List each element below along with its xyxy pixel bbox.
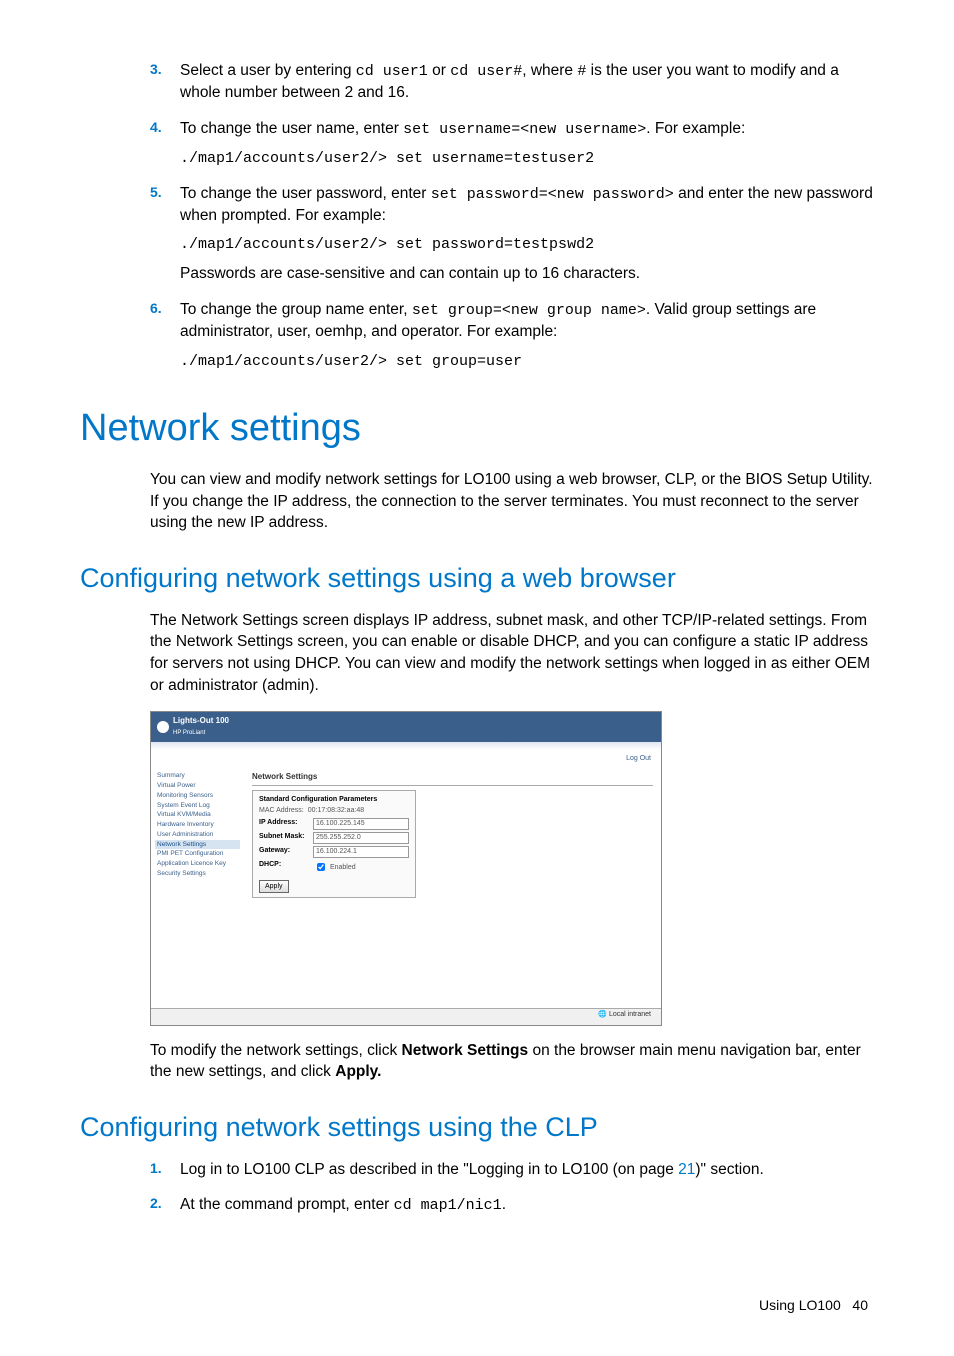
para-config-web-text: The Network Settings screen displays IP …: [150, 610, 874, 697]
ss-gradient-bar: [151, 742, 661, 750]
step-item: 4.To change the user name, enter set use…: [150, 118, 874, 169]
ss-nav-item[interactable]: User Administration: [155, 830, 240, 840]
globe-icon: 🌐: [598, 1011, 607, 1018]
ss-dhcp-checkbox[interactable]: [317, 863, 325, 871]
para-config-web: The Network Settings screen displays IP …: [150, 610, 874, 697]
ss-nav-item[interactable]: Hardware Inventory: [155, 820, 240, 830]
footer-page-number: 40: [852, 1297, 868, 1313]
ss-nav-item[interactable]: Network Settings: [155, 840, 240, 850]
ss-dhcp-value: Enabled: [330, 863, 356, 870]
ss-mac-row: MAC Address: 00:17:08:32:aa:48: [259, 806, 409, 816]
step-number: 3.: [150, 60, 162, 80]
after-shot-bold2: Apply.: [335, 1063, 381, 1080]
after-shot-bold1: Network Settings: [402, 1042, 529, 1059]
ss-nav-item[interactable]: System Event Log: [155, 801, 240, 811]
step-item: 2.At the command prompt, enter cd map1/n…: [150, 1194, 874, 1216]
ss-product: Lights-Out 100: [173, 716, 229, 725]
ss-nav-item[interactable]: Summary: [155, 771, 240, 781]
ss-apply-button[interactable]: Apply: [259, 880, 289, 894]
ss-status-bar: 🌐 Local intranet: [151, 1008, 661, 1025]
embedded-screenshot: Lights-Out 100 HP ProLiant Log Out Summa…: [150, 711, 662, 1026]
footer-text: Using LO100: [759, 1297, 841, 1313]
ss-row-input[interactable]: 16.100.224.1: [313, 846, 409, 858]
para-after-screenshot: To modify the network settings, click Ne…: [150, 1040, 874, 1083]
step-code-example: ./map1/accounts/user2/> set password=tes…: [180, 234, 874, 255]
ss-config-row: Gateway: 16.100.224.1: [259, 846, 409, 858]
ss-row-label: Subnet Mask:: [259, 832, 309, 844]
step-code-example: ./map1/accounts/user2/> set group=user: [180, 351, 874, 372]
ss-nav: SummaryVirtual PowerMonitoring SensorsSy…: [151, 767, 244, 997]
step-note: Passwords are case-sensitive and can con…: [180, 263, 874, 285]
ss-status-text: Local intranet: [609, 1011, 651, 1018]
ss-box-header: Standard Configuration Parameters: [259, 795, 409, 805]
ss-nav-item[interactable]: Virtual KVM/Media: [155, 810, 240, 820]
heading-network-settings: Network settings: [80, 402, 874, 455]
step-item: 3.Select a user by entering cd user1 or …: [150, 60, 874, 104]
ss-logout-link[interactable]: Log Out: [151, 750, 661, 768]
hp-logo-icon: [157, 721, 169, 733]
steps-list-top: 3.Select a user by entering cd user1 or …: [150, 60, 874, 372]
ss-nav-item[interactable]: Application Licence Key: [155, 859, 240, 869]
ss-mac-label: MAC Address:: [259, 806, 304, 816]
ss-subproduct: HP ProLiant: [173, 730, 205, 736]
ss-nav-item[interactable]: PMI PET Configuration: [155, 849, 240, 859]
ss-panel-title: Network Settings: [252, 771, 653, 785]
steps-list-clp: 1.Log in to LO100 CLP as described in th…: [150, 1159, 874, 1217]
ss-nav-item[interactable]: Virtual Power: [155, 781, 240, 791]
ss-dhcp-label: DHCP:: [259, 860, 309, 874]
ss-nav-item[interactable]: Monitoring Sensors: [155, 791, 240, 801]
step-number: 6.: [150, 299, 162, 319]
ss-mac-value: 00:17:08:32:aa:48: [308, 806, 364, 816]
step-item: 1.Log in to LO100 CLP as described in th…: [150, 1159, 874, 1181]
ss-main: Network Settings Standard Configuration …: [244, 767, 661, 997]
ss-dhcp-row: DHCP: Enabled: [259, 860, 409, 874]
ss-header: Lights-Out 100 HP ProLiant: [151, 712, 661, 742]
heading-config-clp: Configuring network settings using the C…: [80, 1109, 874, 1147]
step-item: 5.To change the user password, enter set…: [150, 183, 874, 285]
ss-row-input[interactable]: 16.100.225.145: [313, 818, 409, 830]
step-number: 5.: [150, 183, 162, 203]
intro-paragraph: You can view and modify network settings…: [150, 469, 874, 534]
step-number: 2.: [150, 1194, 162, 1214]
ss-config-row: Subnet Mask: 255.255.252.0: [259, 832, 409, 844]
page-reference-link[interactable]: 21: [678, 1161, 695, 1178]
ss-row-input[interactable]: 255.255.252.0: [313, 832, 409, 844]
ss-nav-item[interactable]: Security Settings: [155, 869, 240, 879]
ss-row-label: Gateway:: [259, 846, 309, 858]
ss-config-row: IP Address: 16.100.225.145: [259, 818, 409, 830]
heading-config-web: Configuring network settings using a web…: [80, 560, 874, 598]
ss-config-box: Standard Configuration Parameters MAC Ad…: [252, 790, 416, 899]
step-number: 1.: [150, 1159, 162, 1179]
after-shot-pre: To modify the network settings, click: [150, 1042, 402, 1059]
intro-text: You can view and modify network settings…: [150, 469, 874, 534]
page-footer: Using LO100 40: [80, 1296, 868, 1316]
step-code-example: ./map1/accounts/user2/> set username=tes…: [180, 148, 874, 169]
step-number: 4.: [150, 118, 162, 138]
step-item: 6.To change the group name enter, set gr…: [150, 299, 874, 372]
ss-row-label: IP Address:: [259, 818, 309, 830]
